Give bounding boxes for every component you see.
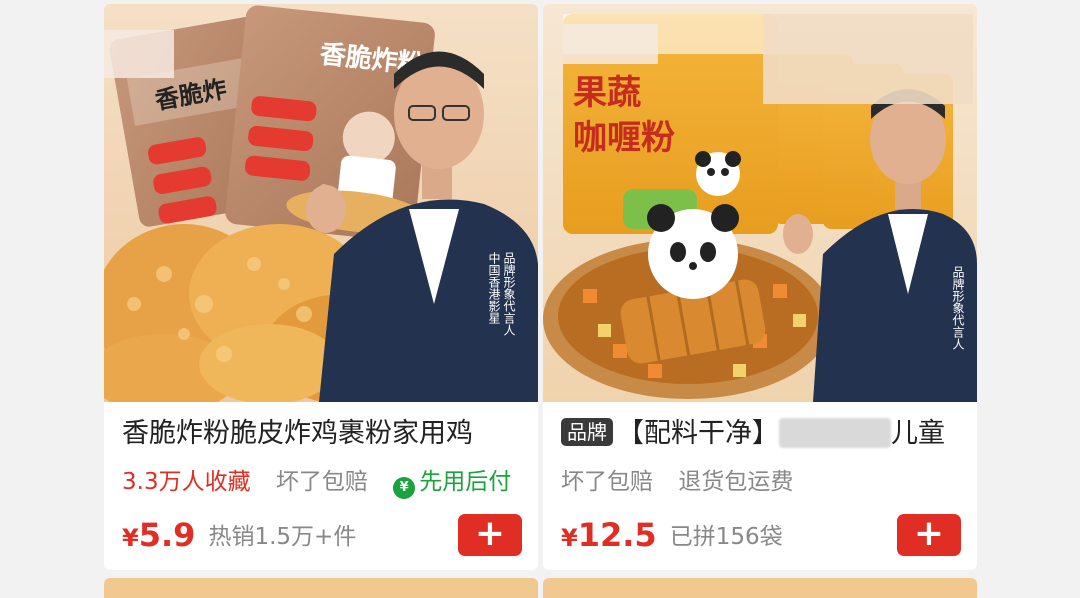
price-value: 12.5 <box>577 516 657 554</box>
guarantee-tag: 坏了包赔 <box>561 469 653 495</box>
add-to-cart-button[interactable]: + <box>897 514 961 556</box>
currency-symbol: ¥ <box>561 524 578 552</box>
return-policy-tag: 退货包运费 <box>678 469 794 495</box>
svg-text:中国香港影星: 中国香港影星 <box>487 251 501 324</box>
plus-icon: + <box>913 513 945 554</box>
next-product-card-peek[interactable] <box>543 578 977 598</box>
blurred-text-region <box>779 418 891 448</box>
product-image[interactable]: 香脆炸粉 香脆炸 品牌形象代言人 中国香港影星 <box>104 4 538 402</box>
product-meta-row: 坏了包赔 退货包运费 <box>561 466 793 498</box>
product-card-curry-powder[interactable]: 果蔬 咖喱粉 品牌形象代言人 品牌 【配料干净】 儿童 坏了包赔 退货包运费 ¥12… <box>543 4 977 570</box>
plus-icon: + <box>474 513 506 554</box>
product-title: 【配料干净】 <box>617 418 779 449</box>
pay-later-icon: ¥ <box>393 477 416 499</box>
price: ¥5.9 <box>122 516 195 554</box>
product-image[interactable]: 果蔬 咖喱粉 品牌形象代言人 <box>543 4 977 402</box>
svg-text:品牌形象代言人: 品牌形象代言人 <box>502 252 516 336</box>
product-title-row[interactable]: 品牌 【配料干净】 儿童 <box>561 416 971 452</box>
group-buy-count: 已拼156袋 <box>669 524 783 550</box>
product-photo-illustration: 香脆炸粉 香脆炸 品牌形象代言人 中国香港影星 <box>104 4 538 402</box>
pay-later-tag: 先用后付 <box>419 469 512 495</box>
product-title-suffix: 儿童 <box>891 418 945 449</box>
add-to-cart-button[interactable]: + <box>458 514 522 556</box>
product-title[interactable]: 香脆炸粉脆皮炸鸡裹粉家用鸡 <box>122 416 532 452</box>
product-meta-row: 3.3万人收藏 坏了包赔 ¥ 先用后付 <box>122 466 511 499</box>
svg-text:果蔬: 果蔬 <box>573 74 641 112</box>
favorites-count: 3.3万人收藏 <box>122 469 251 495</box>
price-row: ¥12.5 已拼156袋 <box>561 516 783 554</box>
next-product-card-peek[interactable] <box>104 578 538 598</box>
product-photo-illustration: 果蔬 咖喱粉 品牌形象代言人 <box>543 4 977 402</box>
price-row: ¥5.9 热销1.5万+件 <box>122 516 356 554</box>
sales-count: 热销1.5万+件 <box>208 524 357 550</box>
guarantee-tag: 坏了包赔 <box>275 469 368 495</box>
svg-text:咖喱粉: 咖喱粉 <box>573 119 675 157</box>
svg-text:品牌形象代言人: 品牌形象代言人 <box>951 266 965 350</box>
brand-badge: 品牌 <box>561 418 613 446</box>
currency-symbol: ¥ <box>122 524 139 552</box>
price: ¥12.5 <box>561 516 657 554</box>
price-value: 5.9 <box>138 516 196 554</box>
product-card-crispy-powder[interactable]: 香脆炸粉 香脆炸 品牌形象代言人 中国香港影星 香脆炸粉脆皮炸鸡裹粉家用鸡 3.… <box>104 4 538 570</box>
